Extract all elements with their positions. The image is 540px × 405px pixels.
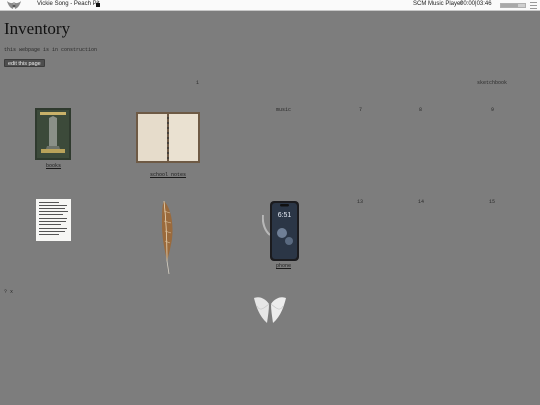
slot-number-13: 13 bbox=[357, 199, 364, 205]
slot-number-1: 1 bbox=[196, 80, 200, 86]
angel-wings-image[interactable] bbox=[253, 296, 287, 325]
volume-level bbox=[501, 4, 518, 7]
slot-number-9: 9 bbox=[491, 107, 495, 113]
slot-number-15: 15 bbox=[489, 199, 496, 205]
phone-image[interactable]: 6:51 bbox=[261, 201, 300, 261]
slot-number-14: 14 bbox=[418, 199, 425, 205]
track-time: 00:00|03:46 bbox=[460, 1, 492, 7]
edit-page-button[interactable]: edit this page bbox=[4, 59, 45, 67]
volume-slider[interactable] bbox=[500, 3, 526, 8]
books-link[interactable]: books bbox=[46, 163, 61, 169]
document-image[interactable] bbox=[36, 199, 71, 241]
slot-number-8: 8 bbox=[419, 107, 423, 113]
feather-image[interactable] bbox=[158, 199, 178, 275]
music-player-bar: Vickie Song - Peach Pit SCM Music Player… bbox=[0, 0, 540, 11]
music-link[interactable]: music bbox=[276, 107, 291, 113]
notebook-image[interactable] bbox=[136, 112, 200, 163]
page-title: Inventory bbox=[4, 19, 71, 38]
phone-link[interactable]: phone bbox=[276, 263, 291, 269]
svg-text:6:51: 6:51 bbox=[278, 212, 292, 219]
winged-logo-icon[interactable] bbox=[6, 0, 22, 11]
player-name: SCM Music Player bbox=[413, 1, 463, 7]
construction-notice: this webpage is in construction bbox=[4, 47, 98, 53]
song-title: Vickie Song - Peach Pit bbox=[37, 1, 100, 7]
footer-mark: ? x bbox=[4, 289, 14, 295]
stop-button[interactable] bbox=[96, 3, 100, 7]
school-notes-link[interactable]: school notes bbox=[150, 172, 186, 178]
slot-number-7: 7 bbox=[359, 107, 363, 113]
playlist-menu-icon[interactable] bbox=[530, 2, 537, 9]
book-image[interactable] bbox=[35, 108, 71, 160]
sketchbook-link[interactable]: sketchbook bbox=[477, 80, 507, 86]
